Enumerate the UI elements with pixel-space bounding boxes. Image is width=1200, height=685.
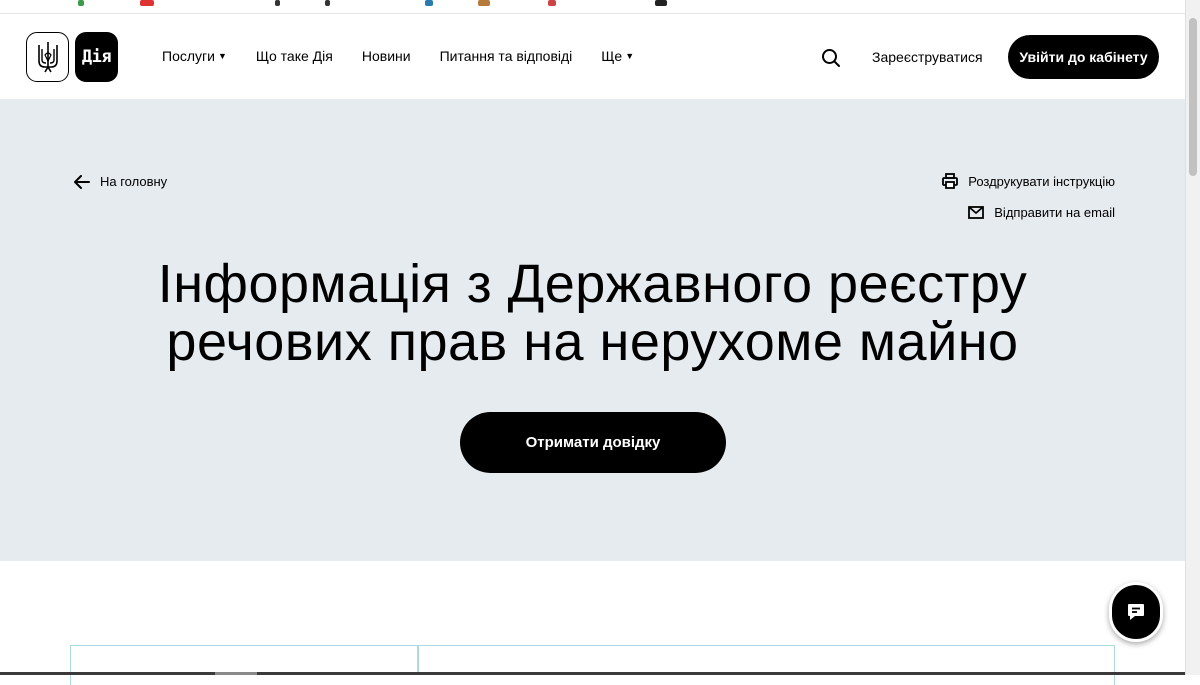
site-header: Дія Послуги ▼ Що таке Дія Новини Питання…	[0, 14, 1185, 99]
caret-down-icon: ▼	[625, 51, 635, 61]
info-card-divider	[417, 645, 419, 675]
diia-logo[interactable]: Дія	[75, 32, 118, 82]
hero-section: На головну Роздрукувати інструкцію Відпр…	[0, 99, 1185, 561]
login-button[interactable]: Увійти до кабінету	[1008, 35, 1159, 79]
send-email-link[interactable]: Відправити на email	[968, 205, 1115, 220]
caret-down-icon: ▼	[217, 51, 227, 61]
get-certificate-button[interactable]: Отримати довідку	[460, 412, 726, 473]
printer-icon	[942, 173, 959, 189]
page-title: Інформація з Державного реєстру речових …	[0, 255, 1185, 371]
nav-item-news[interactable]: Новини	[362, 48, 411, 64]
info-card	[70, 645, 1115, 685]
send-email-label: Відправити на email	[994, 205, 1115, 220]
nav-item-label: Питання та відповіді	[439, 48, 573, 64]
nav-item-faq[interactable]: Питання та відповіді	[440, 48, 573, 64]
nav-item-about[interactable]: Що таке Дія	[256, 48, 333, 64]
mail-icon	[968, 206, 985, 219]
nav-item-more[interactable]: Ще ▼	[601, 48, 634, 64]
main-nav: Послуги ▼ Що таке Дія Новини Питання та …	[162, 48, 663, 64]
nav-item-services[interactable]: Послуги ▼	[162, 48, 227, 64]
nav-item-label: Новини	[361, 48, 411, 64]
chat-icon[interactable]	[1109, 582, 1163, 642]
trident-logo-icon[interactable]	[26, 32, 69, 82]
print-instruction-link[interactable]: Роздрукувати інструкцію	[942, 173, 1115, 189]
back-home-label: На головну	[100, 174, 168, 189]
arrow-left-icon	[74, 174, 90, 189]
page-title-line1: Інформація з Державного реєстру	[157, 254, 1028, 314]
nav-item-label: Що таке Дія	[255, 48, 333, 64]
page-title-line2: речових прав на нерухоме майно	[166, 312, 1019, 372]
search-icon[interactable]	[820, 47, 842, 69]
nav-item-label: Ще	[601, 48, 623, 64]
scrollbar-thumb[interactable]	[1189, 18, 1197, 176]
register-link[interactable]: Зареєструватися	[872, 49, 983, 65]
page-scrollbar[interactable]	[1185, 0, 1200, 675]
back-home-link[interactable]: На головну	[74, 174, 167, 189]
print-instruction-label: Роздрукувати інструкцію	[968, 173, 1115, 189]
browser-bookmarks-strip	[0, 0, 1185, 14]
nav-item-label: Послуги	[162, 48, 215, 64]
